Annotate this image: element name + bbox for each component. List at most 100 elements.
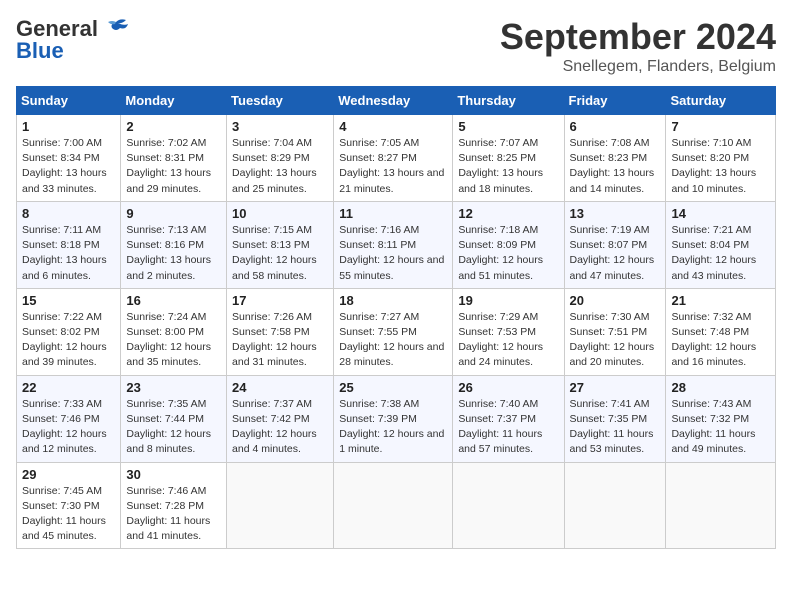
day-number: 9 xyxy=(126,206,221,221)
day-number: 5 xyxy=(458,119,558,134)
day-info: Sunrise: 7:33 AMSunset: 7:46 PMDaylight:… xyxy=(22,398,107,456)
day-number: 22 xyxy=(22,380,115,395)
day-info: Sunrise: 7:13 AMSunset: 8:16 PMDaylight:… xyxy=(126,224,211,282)
calendar-cell: 7 Sunrise: 7:10 AMSunset: 8:20 PMDayligh… xyxy=(666,115,776,202)
calendar-header-saturday: Saturday xyxy=(666,87,776,115)
calendar-cell: 14 Sunrise: 7:21 AMSunset: 8:04 PMDaylig… xyxy=(666,201,776,288)
calendar-cell: 29 Sunrise: 7:45 AMSunset: 7:30 PMDaylig… xyxy=(17,462,121,549)
day-info: Sunrise: 7:26 AMSunset: 7:58 PMDaylight:… xyxy=(232,311,317,369)
calendar-cell: 16 Sunrise: 7:24 AMSunset: 8:00 PMDaylig… xyxy=(121,288,227,375)
calendar-cell: 30 Sunrise: 7:46 AMSunset: 7:28 PMDaylig… xyxy=(121,462,227,549)
day-number: 30 xyxy=(126,467,221,482)
day-info: Sunrise: 7:07 AMSunset: 8:25 PMDaylight:… xyxy=(458,137,543,195)
day-number: 18 xyxy=(339,293,447,308)
day-number: 14 xyxy=(671,206,770,221)
day-info: Sunrise: 7:40 AMSunset: 7:37 PMDaylight:… xyxy=(458,398,542,456)
calendar-cell xyxy=(334,462,453,549)
calendar-cell: 5 Sunrise: 7:07 AMSunset: 8:25 PMDayligh… xyxy=(453,115,564,202)
day-info: Sunrise: 7:37 AMSunset: 7:42 PMDaylight:… xyxy=(232,398,317,456)
calendar-week-3: 22 Sunrise: 7:33 AMSunset: 7:46 PMDaylig… xyxy=(17,375,776,462)
day-number: 17 xyxy=(232,293,328,308)
logo: General Blue xyxy=(16,16,130,64)
day-number: 1 xyxy=(22,119,115,134)
day-info: Sunrise: 7:24 AMSunset: 8:00 PMDaylight:… xyxy=(126,311,211,369)
day-number: 20 xyxy=(570,293,661,308)
day-info: Sunrise: 7:05 AMSunset: 8:27 PMDaylight:… xyxy=(339,137,444,195)
day-number: 21 xyxy=(671,293,770,308)
logo-blue-text: Blue xyxy=(16,38,64,64)
day-number: 13 xyxy=(570,206,661,221)
day-info: Sunrise: 7:19 AMSunset: 8:07 PMDaylight:… xyxy=(570,224,655,282)
calendar-cell: 12 Sunrise: 7:18 AMSunset: 8:09 PMDaylig… xyxy=(453,201,564,288)
day-info: Sunrise: 7:22 AMSunset: 8:02 PMDaylight:… xyxy=(22,311,107,369)
day-number: 4 xyxy=(339,119,447,134)
day-info: Sunrise: 7:11 AMSunset: 8:18 PMDaylight:… xyxy=(22,224,107,282)
day-number: 28 xyxy=(671,380,770,395)
calendar-cell: 6 Sunrise: 7:08 AMSunset: 8:23 PMDayligh… xyxy=(564,115,666,202)
day-number: 16 xyxy=(126,293,221,308)
day-number: 19 xyxy=(458,293,558,308)
day-info: Sunrise: 7:10 AMSunset: 8:20 PMDaylight:… xyxy=(671,137,756,195)
title-area: September 2024 Snellegem, Flanders, Belg… xyxy=(500,16,776,76)
calendar-header-thursday: Thursday xyxy=(453,87,564,115)
page-title: September 2024 xyxy=(500,16,776,58)
calendar-cell: 19 Sunrise: 7:29 AMSunset: 7:53 PMDaylig… xyxy=(453,288,564,375)
day-info: Sunrise: 7:16 AMSunset: 8:11 PMDaylight:… xyxy=(339,224,444,282)
day-number: 25 xyxy=(339,380,447,395)
day-info: Sunrise: 7:43 AMSunset: 7:32 PMDaylight:… xyxy=(671,398,755,456)
logo-bird-icon xyxy=(102,18,130,40)
calendar-cell xyxy=(453,462,564,549)
calendar-cell: 9 Sunrise: 7:13 AMSunset: 8:16 PMDayligh… xyxy=(121,201,227,288)
calendar-cell: 20 Sunrise: 7:30 AMSunset: 7:51 PMDaylig… xyxy=(564,288,666,375)
calendar-header-row: SundayMondayTuesdayWednesdayThursdayFrid… xyxy=(17,87,776,115)
day-number: 8 xyxy=(22,206,115,221)
calendar-cell: 24 Sunrise: 7:37 AMSunset: 7:42 PMDaylig… xyxy=(227,375,334,462)
calendar-week-0: 1 Sunrise: 7:00 AMSunset: 8:34 PMDayligh… xyxy=(17,115,776,202)
calendar-cell: 23 Sunrise: 7:35 AMSunset: 7:44 PMDaylig… xyxy=(121,375,227,462)
calendar-cell: 8 Sunrise: 7:11 AMSunset: 8:18 PMDayligh… xyxy=(17,201,121,288)
day-number: 26 xyxy=(458,380,558,395)
calendar-cell: 17 Sunrise: 7:26 AMSunset: 7:58 PMDaylig… xyxy=(227,288,334,375)
day-number: 23 xyxy=(126,380,221,395)
calendar-week-4: 29 Sunrise: 7:45 AMSunset: 7:30 PMDaylig… xyxy=(17,462,776,549)
day-info: Sunrise: 7:04 AMSunset: 8:29 PMDaylight:… xyxy=(232,137,317,195)
calendar-cell: 11 Sunrise: 7:16 AMSunset: 8:11 PMDaylig… xyxy=(334,201,453,288)
day-number: 29 xyxy=(22,467,115,482)
calendar-cell xyxy=(666,462,776,549)
day-info: Sunrise: 7:35 AMSunset: 7:44 PMDaylight:… xyxy=(126,398,211,456)
day-info: Sunrise: 7:00 AMSunset: 8:34 PMDaylight:… xyxy=(22,137,107,195)
calendar-header-friday: Friday xyxy=(564,87,666,115)
calendar-cell: 15 Sunrise: 7:22 AMSunset: 8:02 PMDaylig… xyxy=(17,288,121,375)
calendar-header-sunday: Sunday xyxy=(17,87,121,115)
calendar-cell xyxy=(227,462,334,549)
day-number: 24 xyxy=(232,380,328,395)
calendar-cell xyxy=(564,462,666,549)
day-number: 2 xyxy=(126,119,221,134)
day-number: 12 xyxy=(458,206,558,221)
calendar-cell: 2 Sunrise: 7:02 AMSunset: 8:31 PMDayligh… xyxy=(121,115,227,202)
calendar-header-tuesday: Tuesday xyxy=(227,87,334,115)
day-info: Sunrise: 7:32 AMSunset: 7:48 PMDaylight:… xyxy=(671,311,756,369)
calendar-cell: 3 Sunrise: 7:04 AMSunset: 8:29 PMDayligh… xyxy=(227,115,334,202)
day-info: Sunrise: 7:18 AMSunset: 8:09 PMDaylight:… xyxy=(458,224,543,282)
calendar-table: SundayMondayTuesdayWednesdayThursdayFrid… xyxy=(16,86,776,549)
day-info: Sunrise: 7:15 AMSunset: 8:13 PMDaylight:… xyxy=(232,224,317,282)
calendar-cell: 27 Sunrise: 7:41 AMSunset: 7:35 PMDaylig… xyxy=(564,375,666,462)
day-info: Sunrise: 7:29 AMSunset: 7:53 PMDaylight:… xyxy=(458,311,543,369)
day-number: 27 xyxy=(570,380,661,395)
calendar-cell: 22 Sunrise: 7:33 AMSunset: 7:46 PMDaylig… xyxy=(17,375,121,462)
day-info: Sunrise: 7:41 AMSunset: 7:35 PMDaylight:… xyxy=(570,398,654,456)
day-number: 10 xyxy=(232,206,328,221)
day-number: 6 xyxy=(570,119,661,134)
day-info: Sunrise: 7:38 AMSunset: 7:39 PMDaylight:… xyxy=(339,398,444,456)
calendar-header-monday: Monday xyxy=(121,87,227,115)
calendar-cell: 1 Sunrise: 7:00 AMSunset: 8:34 PMDayligh… xyxy=(17,115,121,202)
calendar-cell: 26 Sunrise: 7:40 AMSunset: 7:37 PMDaylig… xyxy=(453,375,564,462)
day-number: 3 xyxy=(232,119,328,134)
calendar-week-2: 15 Sunrise: 7:22 AMSunset: 8:02 PMDaylig… xyxy=(17,288,776,375)
calendar-header-wednesday: Wednesday xyxy=(334,87,453,115)
page-subtitle: Snellegem, Flanders, Belgium xyxy=(500,58,776,76)
calendar-cell: 13 Sunrise: 7:19 AMSunset: 8:07 PMDaylig… xyxy=(564,201,666,288)
day-info: Sunrise: 7:30 AMSunset: 7:51 PMDaylight:… xyxy=(570,311,655,369)
day-number: 11 xyxy=(339,206,447,221)
